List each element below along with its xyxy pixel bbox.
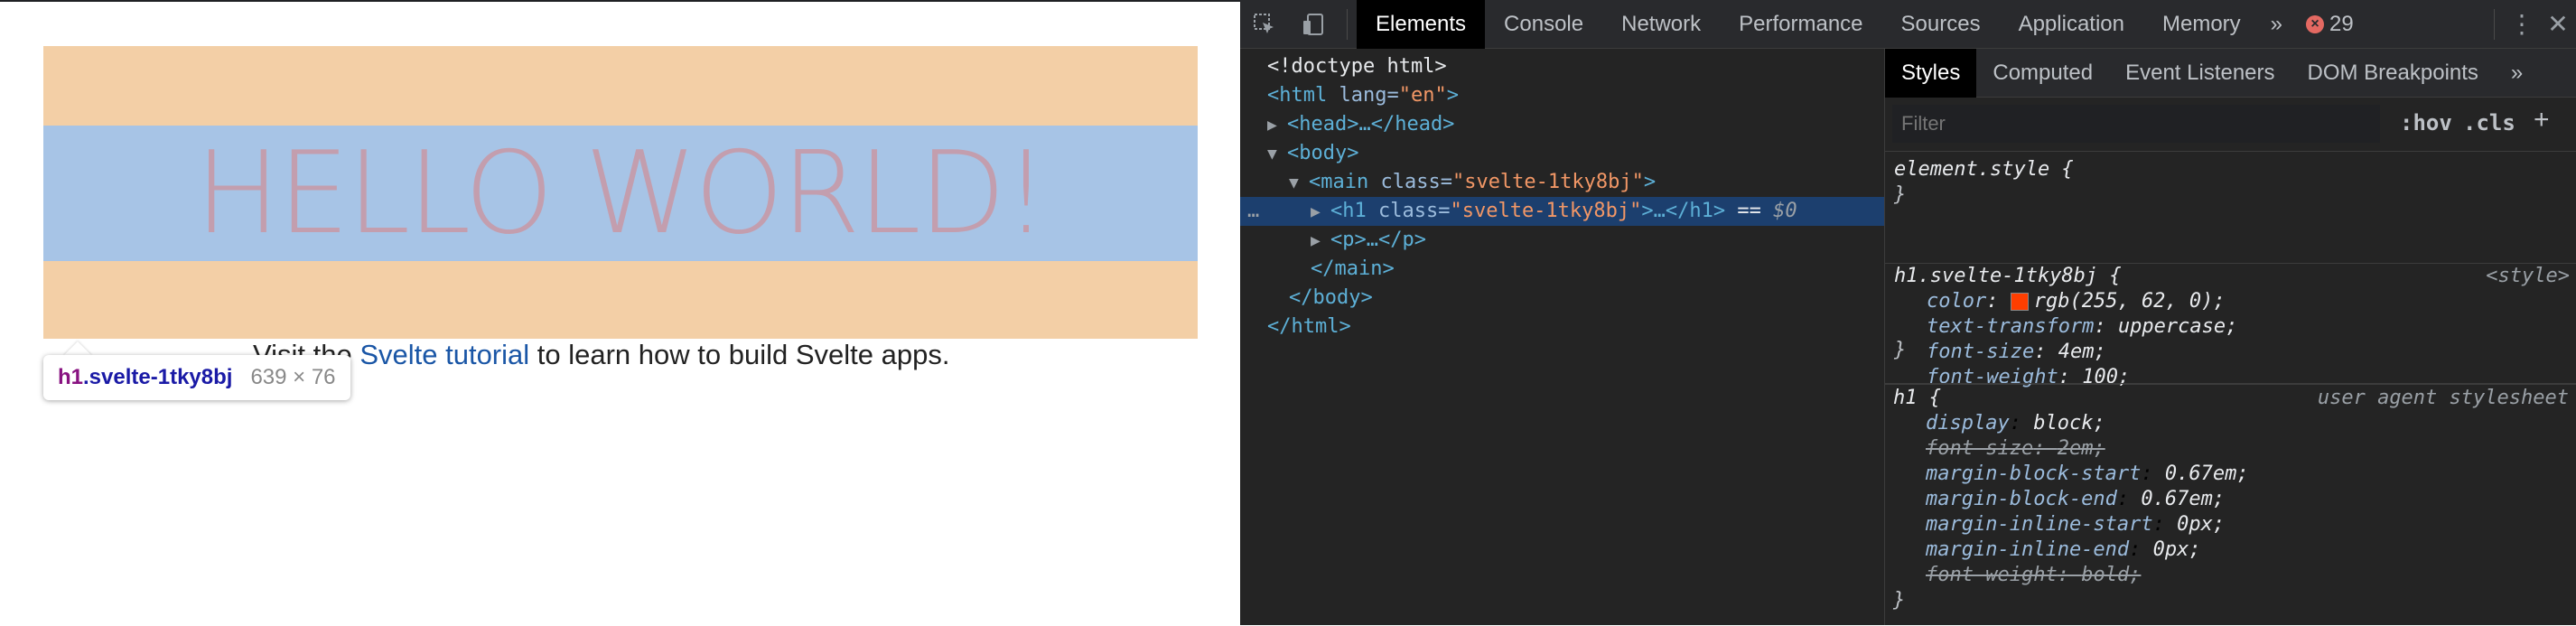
close-icon[interactable]: ✕	[2540, 0, 2576, 49]
dom-node-main[interactable]: ▼ <main class="svelte-1tky8bj">	[1289, 168, 1656, 197]
new-rule-button[interactable]: +	[2534, 105, 2550, 135]
error-count: 29	[2329, 11, 2354, 36]
collapse-triangle-icon[interactable]: ▼	[1267, 140, 1287, 169]
tab-computed[interactable]: Computed	[1976, 49, 2109, 98]
tooltip-tag: h1	[58, 365, 84, 389]
page-viewport: HELLO WORLD! Visit the Svelte tutorial t…	[0, 0, 1240, 625]
tab-event-listeners[interactable]: Event Listeners	[2109, 49, 2291, 98]
rule-close-brace: }	[1894, 339, 1907, 361]
tab-sources[interactable]: Sources	[1882, 0, 2000, 49]
dom-node-body-close[interactable]: </body>	[1289, 284, 1373, 313]
svelte-tutorial-link[interactable]: Svelte tutorial	[359, 339, 529, 370]
kebab-menu-icon[interactable]: ⋮	[2504, 0, 2540, 49]
style-property: margin-block-start: 0.67em;	[1926, 462, 2249, 485]
paragraph-text-end: to learn how to build Svelte apps.	[529, 339, 950, 370]
tab-memory[interactable]: Memory	[2143, 0, 2260, 49]
rule-close-brace: }	[1894, 183, 1907, 206]
node-actions-icon[interactable]: …	[1247, 197, 1259, 226]
filter-bar: :hov .cls +	[1885, 98, 2576, 152]
inspect-element-icon[interactable]	[1240, 0, 1289, 49]
tab-application[interactable]: Application	[2000, 0, 2143, 49]
toolbar-divider	[2494, 8, 2495, 40]
style-property[interactable]: font-size: 4em;	[1927, 340, 2106, 365]
rule-source-label: user agent stylesheet	[2317, 387, 2569, 409]
device-toolbar-icon[interactable]	[1289, 0, 1338, 49]
tab-performance[interactable]: Performance	[1720, 0, 1881, 49]
rule-selector: h1 {	[1893, 387, 1941, 409]
toolbar-right: ⋮ ✕	[2485, 0, 2576, 49]
tooltip-class: .svelte-1tky8bj	[83, 365, 233, 389]
error-counter[interactable]: × 29	[2306, 12, 2354, 37]
more-sidebar-tabs-icon[interactable]: »	[2495, 49, 2539, 98]
h1-margin-highlight-top	[43, 46, 1198, 126]
expand-triangle-icon[interactable]: ▶	[1267, 111, 1287, 140]
tooltip-arrow	[63, 341, 92, 356]
color-swatch-icon[interactable]	[2010, 293, 2029, 311]
rule-h1-svelte: h1.svelte-1tky8bj { <style> color: rgb(2…	[1885, 217, 2576, 388]
style-property: display: block;	[1926, 412, 2105, 434]
style-property: margin-inline-start: 0px;	[1926, 513, 2226, 536]
dom-node-h1-selected[interactable]: … ▶ <h1 class="svelte-1tky8bj">…</h1> == …	[1240, 197, 1884, 226]
tab-styles[interactable]: Styles	[1885, 48, 1977, 98]
styles-filter-input[interactable]	[1892, 105, 2380, 143]
dom-node-doctype[interactable]: <!doctype html>	[1267, 52, 1447, 81]
collapse-triangle-icon[interactable]: ▼	[1289, 169, 1309, 198]
tab-network[interactable]: Network	[1602, 0, 1720, 49]
expand-triangle-icon[interactable]: ▶	[1311, 227, 1330, 256]
page-heading: HELLO WORLD!	[194, 126, 1050, 259]
rule-close-brace: }	[1893, 589, 1906, 612]
expand-triangle-icon[interactable]: ▶	[1311, 198, 1330, 227]
tab-console[interactable]: Console	[1485, 0, 1602, 49]
dom-node-html[interactable]: <html lang="en">	[1267, 81, 1459, 110]
rule-source-link[interactable]: <style>	[2486, 264, 2570, 289]
toolbar-divider	[1347, 8, 1348, 40]
dom-node-html-close[interactable]: </html>	[1267, 313, 1351, 341]
tab-dom-breakpoints[interactable]: DOM Breakpoints	[2291, 49, 2495, 98]
element-style-selector: element.style {	[1894, 158, 2074, 181]
style-property-overridden: font-size: 2em;	[1926, 437, 2105, 460]
dom-tree: <!doctype html> <html lang="en"> ▶ <head>…	[1240, 49, 1884, 625]
style-property-overridden: font-weight: bold;	[1926, 564, 2142, 586]
tab-elements[interactable]: Elements	[1357, 0, 1486, 49]
class-toggle[interactable]: .cls	[2463, 110, 2515, 135]
tooltip-size: 639 × 76	[250, 365, 336, 389]
dom-node-main-close[interactable]: </main>	[1311, 255, 1395, 284]
style-property: margin-block-end: 0.67em;	[1926, 488, 2226, 510]
devtools-toolbar: Elements Console Network Performance Sou…	[1240, 0, 2576, 49]
page-paragraph: Visit the Svelte tutorial to learn how t…	[253, 339, 949, 371]
h1-margin-highlight-bottom	[43, 261, 1198, 339]
sidebar-tabs: Styles Computed Event Listeners DOM Brea…	[1885, 48, 2576, 98]
style-property[interactable]: text-transform: uppercase;	[1927, 314, 2237, 340]
dom-node-p[interactable]: ▶ <p>…</p>	[1311, 226, 1426, 255]
inspect-tooltip: h1 .svelte-1tky8bj 639 × 76	[43, 355, 350, 400]
error-icon: ×	[2306, 14, 2325, 33]
rule-selector[interactable]: h1.svelte-1tky8bj {	[1894, 265, 2122, 287]
style-property: margin-inline-end: 0px;	[1926, 538, 2201, 561]
more-tabs-icon[interactable]: »	[2260, 0, 2293, 49]
style-property[interactable]: color: rgb(255, 62, 0);	[1927, 289, 2226, 314]
dom-node-body[interactable]: ▼ <body>	[1267, 139, 1358, 168]
user-agent-rule: h1 { user agent stylesheet display: bloc…	[1884, 383, 2576, 626]
dom-node-head[interactable]: ▶ <head>…</head>	[1267, 110, 1454, 139]
hover-state-toggle[interactable]: :hov	[2400, 110, 2452, 135]
